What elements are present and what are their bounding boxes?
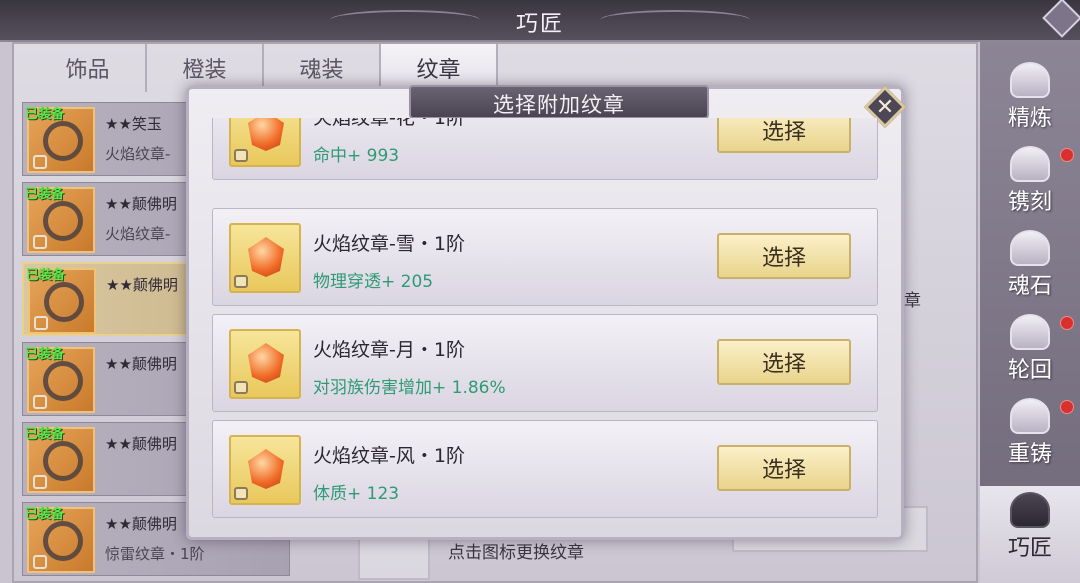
lock-icon (234, 487, 248, 500)
nav-label: 魂石 (1007, 274, 1052, 299)
leg-armor-icon (43, 441, 83, 481)
equipment-name: ★★颠佛明 (105, 515, 177, 533)
nav-label: 精炼 (1007, 106, 1052, 131)
anvil-hammer-icon (1010, 492, 1050, 528)
emblem-icon[interactable] (229, 329, 301, 399)
equipped-badge: 已装备 (25, 427, 65, 442)
emblem-card: 火焰纹章-月・1阶 对羽族伤害增加+ 1.86% 选择 (212, 314, 878, 412)
emblem-icon[interactable] (229, 223, 301, 293)
equipment-emblem: 火焰纹章- (105, 225, 171, 243)
emblem-icon[interactable] (229, 118, 301, 167)
dialog-header: 选择附加纹章 (409, 85, 709, 119)
engrave-icon (1010, 146, 1050, 182)
lock-icon (33, 475, 47, 489)
nav-craftsman[interactable]: 巧匠 (980, 486, 1080, 583)
notification-dot (1060, 148, 1074, 162)
soulstone-icon (1010, 230, 1050, 266)
equipment-name: ★★颠佛明 (105, 435, 177, 453)
notification-dot (1060, 400, 1074, 414)
select-button[interactable]: 选择 (717, 233, 851, 279)
accessory-icon (43, 121, 83, 161)
fire-gem-icon (248, 449, 284, 489)
title-bar: 巧匠 (0, 0, 1080, 42)
nav-refine[interactable]: 精炼 (980, 56, 1080, 140)
nav-engrave[interactable]: 镌刻 (980, 140, 1080, 224)
nav-soulstone[interactable]: 魂石 (980, 224, 1080, 308)
lock-icon (33, 395, 47, 409)
equipment-emblem: 火焰纹章- (105, 145, 171, 163)
lock-icon (34, 316, 48, 330)
reincarnation-icon (1010, 314, 1050, 350)
window-title: 巧匠 (515, 12, 564, 37)
tab-accessories[interactable]: 饰品 (30, 44, 147, 92)
change-emblem-hint: 点击图标更换纹章 (448, 543, 584, 563)
lock-icon (33, 155, 47, 169)
background-label: 章 (904, 291, 921, 311)
emblem-icon[interactable] (229, 435, 301, 505)
select-button[interactable]: 选择 (717, 339, 851, 385)
robe-icon (43, 521, 83, 561)
equipment-name: ★★笑玉 (105, 115, 162, 133)
nav-label: 镌刻 (1007, 190, 1052, 215)
emblem-attribute: 命中+ 993 (313, 146, 400, 166)
equipped-badge: 已装备 (25, 347, 65, 362)
reforge-icon (1010, 398, 1050, 434)
emblem-title: 火焰纹章-花・1阶 (313, 118, 465, 129)
equipped-badge: 已装备 (25, 507, 65, 522)
emblem-card: 火焰纹章-雪・1阶 物理穿透+ 205 选择 (212, 208, 878, 306)
equipped-badge: 已装备 (25, 187, 65, 202)
emblem-card: 火焰纹章-风・1阶 体质+ 123 选择 (212, 420, 878, 518)
tab-soul-gear[interactable]: 魂装 (264, 44, 381, 92)
lock-icon (234, 275, 248, 288)
equipment-name: ★★颠佛明 (106, 276, 178, 294)
equipment-emblem: 惊雷纹章・1阶 (105, 545, 205, 563)
emblem-attribute: 物理穿透+ 205 (313, 272, 434, 292)
nav-label: 巧匠 (1007, 536, 1052, 561)
notification-dot (1060, 316, 1074, 330)
ring-icon (44, 282, 84, 322)
lock-icon (33, 235, 47, 249)
fire-gem-icon (248, 237, 284, 277)
nav-label: 轮回 (1007, 358, 1052, 383)
tab-orange-gear[interactable]: 橙装 (147, 44, 264, 92)
equipment-name: ★★颠佛明 (105, 355, 177, 373)
fire-gem-icon (248, 118, 284, 151)
emblem-title: 火焰纹章-雪・1阶 (313, 233, 465, 255)
select-button[interactable]: 选择 (717, 118, 851, 153)
dialog-title: 选择附加纹章 (493, 93, 625, 117)
select-button[interactable]: 选择 (717, 445, 851, 491)
lock-icon (234, 381, 248, 394)
emblem-card: 火焰纹章-花・1阶 命中+ 993 选择 (212, 118, 878, 180)
equipped-badge: 已装备 (25, 107, 65, 122)
side-nav: 精炼 镌刻 魂石 轮回 重铸 巧匠 (980, 42, 1080, 583)
nav-reincarnation[interactable]: 轮回 (980, 308, 1080, 392)
shoulder-armor-icon (43, 201, 83, 241)
emblem-list[interactable]: 火焰纹章-花・1阶 命中+ 993 选择 火焰纹章-雪・1阶 物理穿透+ 205… (212, 118, 878, 522)
claw-icon (43, 361, 83, 401)
emblem-attribute: 对羽族伤害增加+ 1.86% (313, 378, 506, 398)
equipped-badge: 已装备 (26, 268, 66, 283)
equipment-name: ★★颠佛明 (105, 195, 177, 213)
emblem-title: 火焰纹章-月・1阶 (313, 339, 465, 361)
close-icon: ✕ (875, 94, 895, 120)
lock-icon (234, 149, 248, 162)
lock-icon (33, 555, 47, 569)
refine-icon (1010, 62, 1050, 98)
nav-reforge[interactable]: 重铸 (980, 392, 1080, 476)
nav-label: 重铸 (1007, 442, 1052, 467)
emblem-title: 火焰纹章-风・1阶 (313, 445, 465, 467)
emblem-attribute: 体质+ 123 (313, 484, 400, 504)
fire-gem-icon (248, 343, 284, 383)
